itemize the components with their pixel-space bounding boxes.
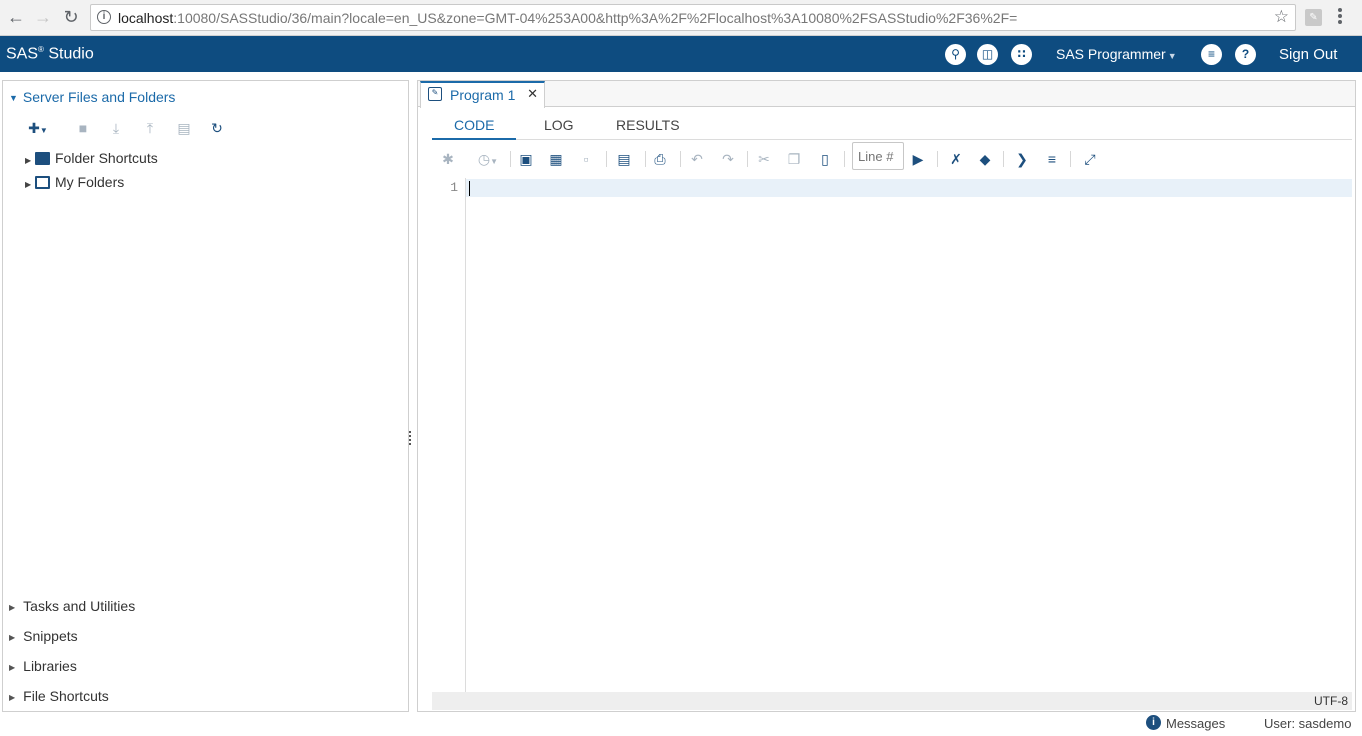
- browser-menu-icon[interactable]: [1338, 8, 1344, 28]
- folder-shortcut-icon: [35, 152, 50, 165]
- save-as-task-icon[interactable]: ▫: [576, 149, 596, 169]
- line-number-input[interactable]: [852, 142, 904, 170]
- apps-grid-icon[interactable]: ∷: [1011, 44, 1032, 65]
- line-number: 1: [450, 180, 458, 195]
- help-icon[interactable]: ?: [1235, 44, 1256, 65]
- app-title: SAS® Studio: [6, 45, 94, 63]
- pane-splitter-handle[interactable]: [409, 431, 412, 451]
- collapsed-triangle-icon[interactable]: ▶: [25, 180, 35, 189]
- expanded-triangle-icon: ▼: [9, 93, 18, 103]
- forward-arrow-icon[interactable]: →: [33, 7, 53, 27]
- close-icon[interactable]: ✕: [527, 86, 538, 102]
- toolbar-separator: [1070, 151, 1071, 167]
- info-icon[interactable]: i: [1146, 715, 1161, 730]
- snippet-icon[interactable]: ❯: [1012, 149, 1032, 169]
- editor-status-strip: UTF-8: [432, 692, 1352, 710]
- encoding-label: UTF-8: [1314, 694, 1348, 708]
- redo-icon[interactable]: ↷: [718, 149, 738, 169]
- server-files-section-header[interactable]: ▼ Server Files and Folders: [9, 89, 175, 105]
- paste-icon[interactable]: ▯: [815, 149, 835, 169]
- subtab-log[interactable]: LOG: [544, 117, 574, 133]
- back-arrow-icon[interactable]: ←: [6, 7, 26, 27]
- collapsed-triangle-icon[interactable]: ▶: [25, 156, 35, 165]
- toolbar-separator: [937, 151, 938, 167]
- maximize-icon[interactable]: ⤢: [1080, 149, 1100, 169]
- download-icon[interactable]: ⤓: [107, 119, 125, 137]
- tree-item-my-folders[interactable]: ▶ My Folders: [25, 174, 124, 190]
- app-header: SAS® Studio ⚲ ◫ ∷ SAS Programmer ▼ ≡ ? Si…: [0, 36, 1362, 72]
- active-subtab-indicator: [432, 138, 516, 140]
- sign-out-link[interactable]: Sign Out: [1279, 46, 1337, 63]
- toolbar-separator: [606, 151, 607, 167]
- status-bar: i Messages User: sasdemo: [0, 712, 1362, 736]
- history-icon[interactable]: ◷▼: [473, 149, 503, 169]
- toolbar-separator: [1003, 151, 1004, 167]
- toolbar-separator: [680, 151, 681, 167]
- open-folder-icon[interactable]: ◫: [977, 44, 998, 65]
- user-label: User: sasdemo: [1264, 716, 1352, 731]
- browser-toolbar: ← → ↻ i localhost:10080/SASStudio/36/mai…: [0, 0, 1362, 36]
- bookmark-star-icon[interactable]: ☆: [1274, 7, 1289, 27]
- site-info-icon[interactable]: i: [97, 10, 111, 24]
- clear-code-icon[interactable]: ✗: [946, 149, 966, 169]
- properties-icon[interactable]: ▤: [175, 119, 193, 137]
- format-code-icon[interactable]: ≡: [1042, 149, 1062, 169]
- navigation-pane: ▼ Server Files and Folders ✚▼ ■ ⤓ ⤒ ▤ ↻ ▶…: [2, 80, 409, 712]
- accordion-snippets[interactable]: ▶ Snippets: [9, 628, 78, 644]
- reload-icon[interactable]: ↻: [61, 7, 81, 27]
- undo-icon[interactable]: ↶: [687, 149, 707, 169]
- tab-program-1[interactable]: ✎ Program 1 ✕: [420, 81, 545, 108]
- save-as-icon[interactable]: ▦: [546, 149, 566, 169]
- search-icon[interactable]: ⚲: [945, 44, 966, 65]
- pdf-extension-icon[interactable]: ✎: [1305, 9, 1322, 26]
- save-icon[interactable]: ▣: [516, 149, 536, 169]
- tab-strip: ✎ Program 1 ✕: [418, 81, 1355, 108]
- options-menu-icon[interactable]: ≡: [1201, 44, 1222, 65]
- code-editor[interactable]: 1: [432, 178, 1352, 692]
- cut-icon[interactable]: ✂: [754, 149, 774, 169]
- run-icon[interactable]: ✱: [438, 149, 458, 169]
- tab-label: Program 1: [450, 87, 516, 103]
- program-icon: ✎: [428, 87, 442, 101]
- program-subtabs: CODE LOG RESULTS: [432, 109, 1352, 140]
- accordion-tasks-and-utilities[interactable]: ▶ Tasks and Utilities: [9, 598, 135, 614]
- find-replace-icon[interactable]: ◆: [975, 149, 995, 169]
- accordion-libraries[interactable]: ▶ Libraries: [9, 658, 77, 674]
- print-icon[interactable]: ⎙: [650, 149, 670, 169]
- toolbar-separator: [645, 151, 646, 167]
- go-to-line-icon[interactable]: ▶: [908, 149, 928, 169]
- active-line-highlight: [432, 179, 1352, 197]
- my-folders-icon: [35, 176, 50, 189]
- toolbar-separator: [510, 151, 511, 167]
- delete-icon[interactable]: ■: [74, 119, 92, 137]
- upload-icon[interactable]: ⤒: [141, 119, 159, 137]
- copy-icon[interactable]: ❐: [784, 149, 804, 169]
- address-url[interactable]: localhost:10080/SASStudio/36/main?locale…: [118, 10, 1017, 26]
- new-item-icon[interactable]: ✚▼: [23, 119, 53, 137]
- subtab-results[interactable]: RESULTS: [616, 117, 680, 133]
- refresh-icon[interactable]: ↻: [208, 119, 226, 137]
- work-area: ✎ Program 1 ✕ CODE LOG RESULTS ✱ ◷▼ ▣ ▦ …: [417, 80, 1356, 712]
- subtab-code[interactable]: CODE: [454, 117, 494, 133]
- text-cursor: [469, 181, 470, 196]
- address-bar[interactable]: i localhost:10080/SASStudio/36/main?loca…: [90, 4, 1296, 31]
- role-menu[interactable]: SAS Programmer ▼: [1056, 46, 1177, 62]
- accordion-file-shortcuts[interactable]: ▶ File Shortcuts: [9, 688, 109, 704]
- line-number-gutter: 1: [432, 178, 466, 692]
- tree-item-folder-shortcuts[interactable]: ▶ Folder Shortcuts: [25, 150, 158, 166]
- toolbar-separator: [747, 151, 748, 167]
- toolbar-separator: [844, 151, 845, 167]
- document-icon[interactable]: ▤: [614, 149, 634, 169]
- messages-link[interactable]: Messages: [1166, 716, 1225, 731]
